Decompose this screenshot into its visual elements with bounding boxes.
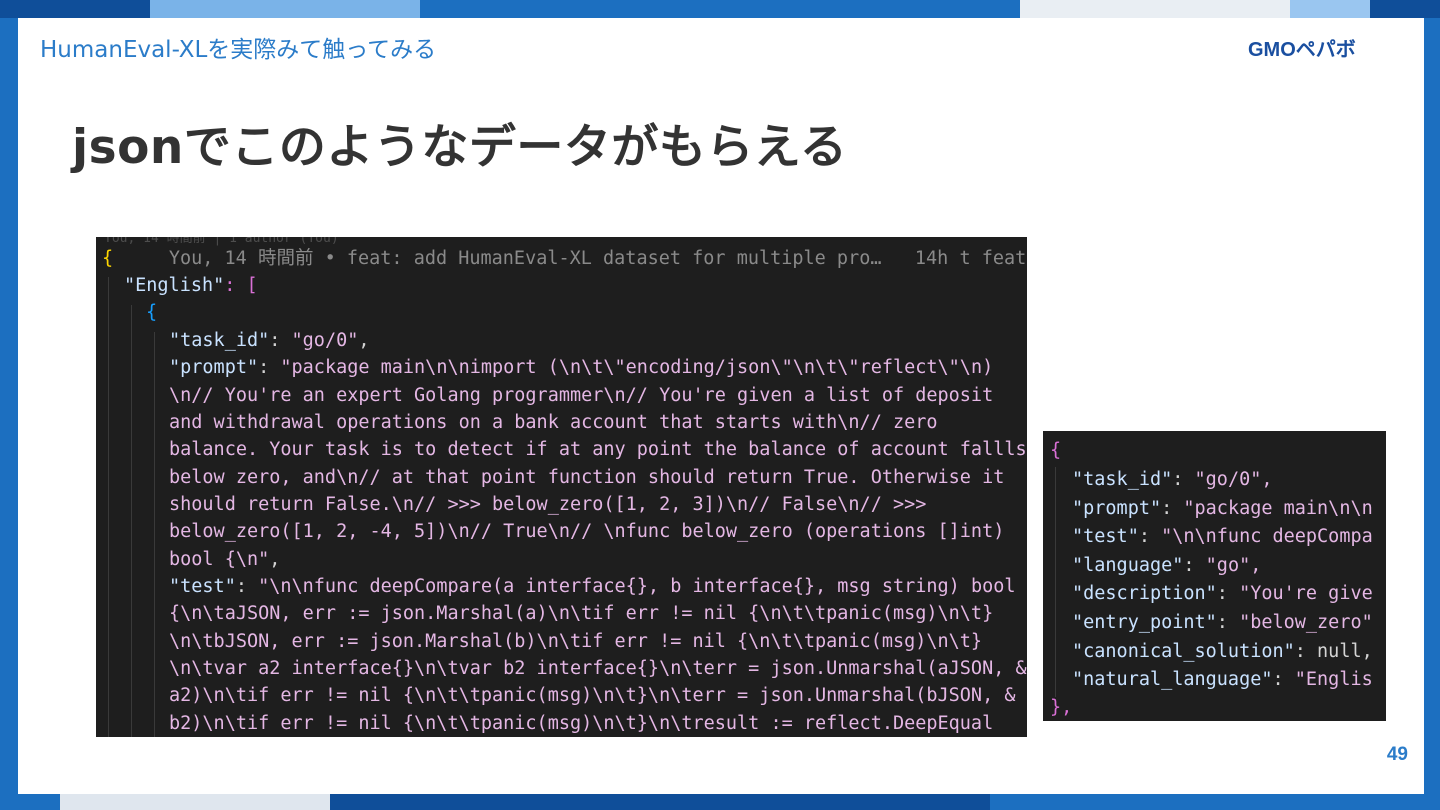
json-key: "natural_language" xyxy=(1072,669,1273,691)
code-line: { You, 14 時間前 • feat: add HumanEval-XL d… xyxy=(102,245,1027,272)
code-line: "task_id": "go/0", xyxy=(169,330,370,351)
json-value: "go", xyxy=(1205,554,1262,576)
json-value: null, xyxy=(1317,640,1373,662)
indent-guide xyxy=(131,305,132,737)
code-line: below zero, and\n// at that point functi… xyxy=(169,467,1005,488)
code-line: { xyxy=(146,299,157,326)
frame-band xyxy=(150,0,420,18)
json-key: "English" xyxy=(124,275,225,296)
json-key: "entry_point" xyxy=(1072,612,1217,633)
open-brace: { xyxy=(1050,440,1062,461)
logo-text: GMOペパボ xyxy=(1248,38,1356,61)
code-line: \n\tbJSON, err := json.Marshal(b)\n\tif … xyxy=(169,631,983,652)
code-line: bool {\n", xyxy=(169,549,281,570)
code-line: { xyxy=(1050,437,1061,466)
frame-band xyxy=(0,0,150,18)
json-key: "description" xyxy=(1072,583,1217,605)
code-line: "natural_language": "Englis xyxy=(1072,669,1373,691)
code-line: "prompt": "package main\n\nimport (\n\t\… xyxy=(169,357,994,378)
frame-band xyxy=(990,794,1440,810)
frame-band xyxy=(60,794,330,810)
page-title: jsonでこのようなデータがもらえる xyxy=(72,120,848,175)
json-key: "canonical_solution" xyxy=(1072,640,1295,662)
json-value: "You're give xyxy=(1239,583,1373,605)
indent-guide xyxy=(108,277,109,737)
code-line: "description": "You're give xyxy=(1072,583,1373,605)
breadcrumb: HumanEval-XLを実際みて触ってみる xyxy=(40,37,437,63)
code-line: a2)\n\tif err != nil {\n\t\tpanic(msg)\n… xyxy=(169,685,1016,706)
frame-band xyxy=(1370,0,1440,18)
json-value: "Englis xyxy=(1294,669,1373,691)
code-line: "English": [ xyxy=(124,272,258,299)
json-key: "test" xyxy=(169,576,236,597)
open-brace: { xyxy=(102,248,114,269)
json-key: "prompt" xyxy=(1072,497,1162,519)
code-editor-side: { "task_id": "go/0", "prompt": "package m… xyxy=(1043,431,1386,721)
company-logo: GMOペパボ xyxy=(1248,34,1403,61)
code-line: \n// You're an expert Golang programmer\… xyxy=(169,385,994,406)
code-line: "canonical_solution": null, xyxy=(1072,640,1373,662)
json-key: "task_id" xyxy=(1072,469,1173,490)
json-value: "go/0", xyxy=(1194,469,1273,490)
code-line: should return False.\n// >>> below_zero(… xyxy=(169,494,927,515)
frame-band xyxy=(1290,0,1370,18)
code-line: "entry_point": "below_zero" xyxy=(1072,612,1373,633)
code-line: and withdrawal operations on a bank acco… xyxy=(169,412,938,433)
json-value: "below_zero" xyxy=(1239,612,1373,633)
git-blame: You, 14 時間前 • feat: add HumanEval-XL dat… xyxy=(168,248,1027,269)
code-line: {\n\taJSON, err := json.Marshal(a)\n\tif… xyxy=(169,603,994,624)
json-value: "go/0" xyxy=(291,330,359,351)
code-line: }, xyxy=(1050,694,1072,721)
close-brace: }, xyxy=(1050,697,1073,718)
open-brace: { xyxy=(146,302,158,323)
json-value: "\n\nfunc deepCompa xyxy=(1161,526,1373,548)
json-value: "\n\nfunc deepCompare(a interface{}, b i… xyxy=(258,576,1016,597)
frame-band xyxy=(420,0,1020,18)
json-value: "package main\n\nimport (\n\t\"encoding/… xyxy=(280,357,994,378)
json-value: "package main\n\n xyxy=(1183,497,1373,519)
frame-band xyxy=(0,794,60,810)
code-line: "test": "\n\nfunc deepCompa xyxy=(1072,526,1373,548)
slide: HumanEval-XLを実際みて触ってみる GMOペパボ jsonでこのような… xyxy=(18,18,1424,794)
json-value: bool {\n" xyxy=(169,549,270,570)
json-key: "task_id" xyxy=(169,330,270,351)
json-key: "test" xyxy=(1072,526,1139,548)
code-line: b2)\n\tif err != nil {\n\t\tpanic(msg)\n… xyxy=(169,713,994,734)
code-line: balance. Your task is to detect if at an… xyxy=(169,439,1027,460)
code-line: below_zero([1, 2, -4, 5])\n// True\n// \… xyxy=(169,521,1005,542)
code-line: "test": "\n\nfunc deepCompare(a interfac… xyxy=(169,576,1016,597)
code-line: "language": "go", xyxy=(1072,554,1262,576)
json-key: "prompt" xyxy=(169,357,259,378)
json-key: "language" xyxy=(1072,554,1184,576)
code-line: \n\tvar a2 interface{}\n\tvar b2 interfa… xyxy=(169,658,1027,679)
code-editor-main: You, 14 時間前 | 1 author (You) { You, 14 時… xyxy=(96,237,1027,737)
indent-guide xyxy=(154,332,155,737)
indent-guide xyxy=(1055,467,1056,697)
page-number: 49 xyxy=(1386,744,1408,765)
code-line: "task_id": "go/0", xyxy=(1072,469,1273,490)
code-line: "prompt": "package main\n\n xyxy=(1072,497,1373,519)
frame-band xyxy=(330,794,990,810)
frame-band xyxy=(1020,0,1290,18)
json-punct: : [ xyxy=(224,275,258,296)
